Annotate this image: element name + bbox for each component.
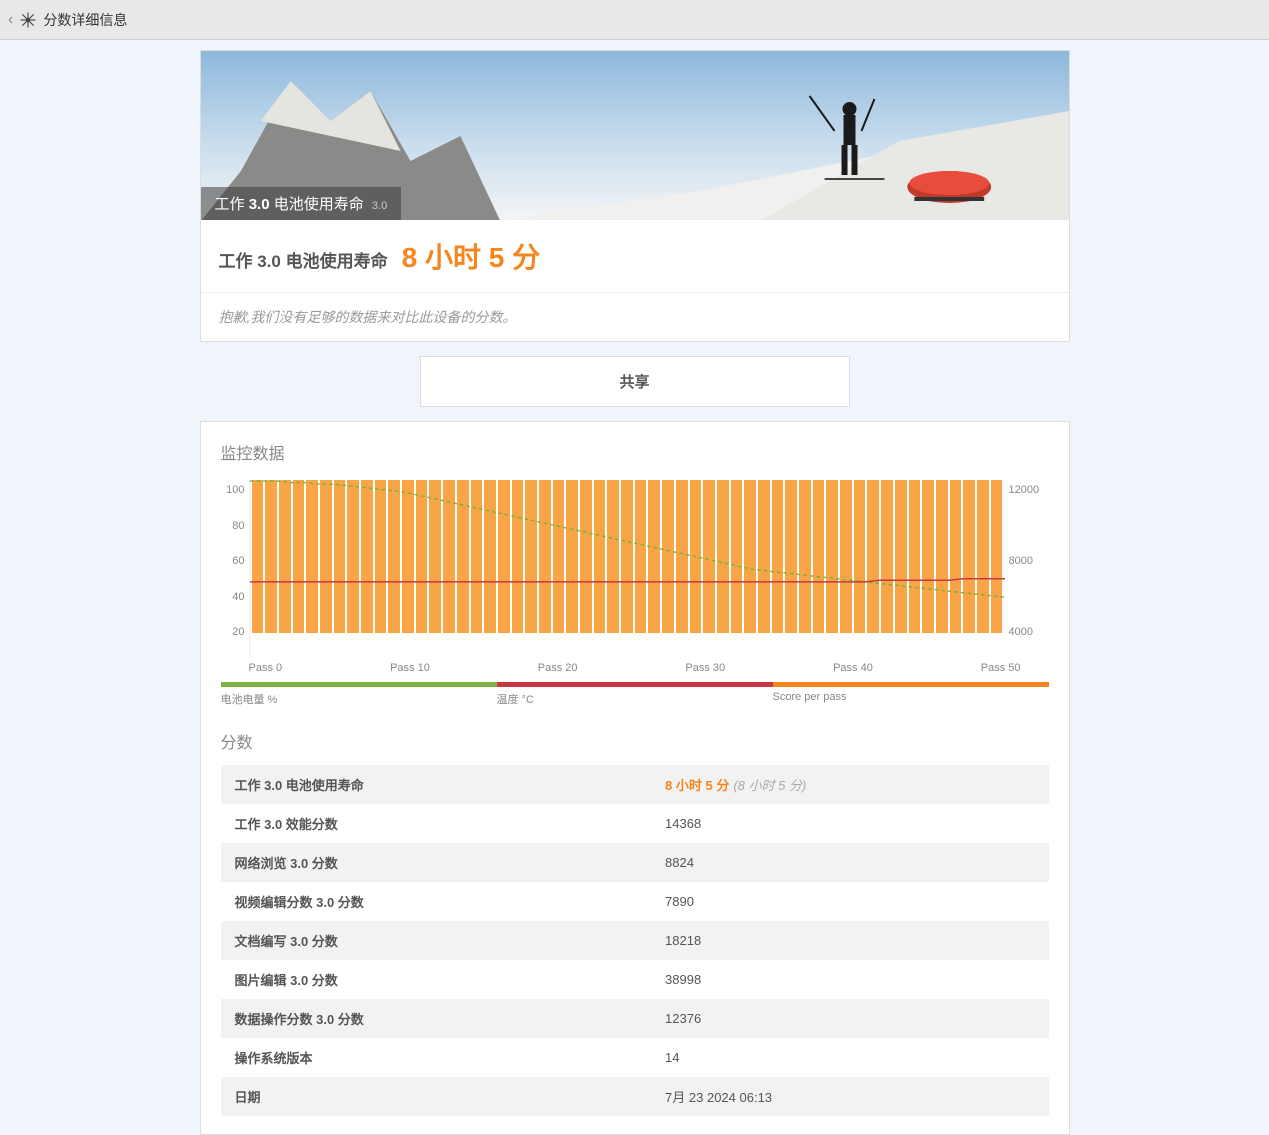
table-row: 日期7月 23 2024 06:13 [221,1077,1049,1116]
share-button[interactable]: 共享 [420,356,850,407]
headline-value: 8 小时 5 分 [402,236,540,276]
window-title: 分数详细信息 [43,10,127,30]
app-icon [19,11,37,29]
table-row: 操作系统版本14 [221,1038,1049,1077]
table-row: 工作 3.0 电池使用寿命8 小时 5 分(8 小时 5 分) [221,765,1049,804]
y-axis-left: 10080604020 [221,478,249,658]
title-bar: ‹ 分数详细信息 [0,0,1269,40]
monitor-chart: 10080604020 1200080004000 [221,478,1049,658]
table-row: 数据操作分数 3.0 分数12376 [221,999,1049,1038]
table-row: 网络浏览 3.0 分数8824 [221,843,1049,882]
hero-label: 工作 3.0 电池使用寿命 3.0 [201,187,402,220]
x-axis: Pass 0Pass 10Pass 20Pass 30Pass 40Pass 5… [221,658,1049,674]
monitor-title: 监控数据 [221,440,1049,464]
table-row: 视频编辑分数 3.0 分数7890 [221,882,1049,921]
headline-note: 抱歉,我们没有足够的数据来对比此设备的分数。 [201,293,1069,341]
back-icon[interactable]: ‹ [8,11,13,29]
table-row: 工作 3.0 效能分数14368 [221,804,1049,843]
headline-card: 工作 3.0 电池使用寿命 8 小时 5 分 抱歉,我们没有足够的数据来对比此设… [200,220,1070,342]
table-row: 图片编辑 3.0 分数38998 [221,960,1049,999]
score-table: 工作 3.0 电池使用寿命8 小时 5 分(8 小时 5 分)工作 3.0 效能… [221,765,1049,1116]
headline-label: 工作 3.0 电池使用寿命 [219,247,388,272]
scores-title: 分数 [221,729,1049,753]
chart-legend: 电池电量 %温度 °CScore per pass [221,682,1049,707]
monitor-panel: 监控数据 10080604020 1200080004000 Pass 0Pas… [200,421,1070,1135]
table-row: 文档编写 3.0 分数18218 [221,921,1049,960]
hero-banner: 工作 3.0 电池使用寿命 3.0 [200,50,1070,220]
y-axis-right: 1200080004000 [1005,478,1049,658]
